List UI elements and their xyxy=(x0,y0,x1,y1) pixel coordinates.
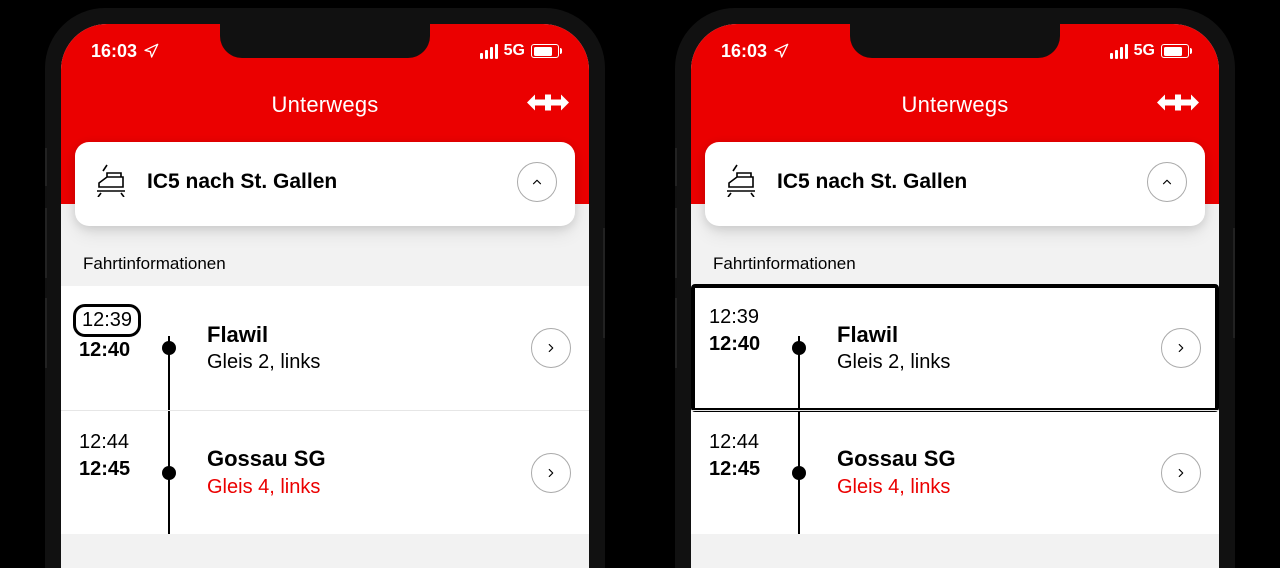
chevron-right-icon xyxy=(1174,341,1188,355)
section-label: Fahrtinformationen xyxy=(61,226,589,286)
signal-icon xyxy=(1110,44,1128,59)
stop-marker-icon xyxy=(162,466,176,480)
stop-detail-button[interactable] xyxy=(531,453,571,493)
battery-icon xyxy=(531,44,559,58)
arrival-time: 12:39 xyxy=(82,309,132,331)
stop-name: Flawil xyxy=(837,320,1161,350)
phone-mockup-right: 16:03 5G Unterwegs IC5 nach St. Gallen xyxy=(675,8,1235,568)
stop-platform: Gleis 4, links xyxy=(837,474,1161,501)
departure-time: 12:45 xyxy=(79,456,149,483)
network-label: 5G xyxy=(504,42,525,60)
nav-header: Unterwegs xyxy=(61,78,589,132)
stop-detail-button[interactable] xyxy=(1161,453,1201,493)
sbb-logo-icon xyxy=(527,93,569,118)
departure-time: 12:40 xyxy=(709,331,779,358)
stop-name: Gossau SG xyxy=(207,444,531,474)
signal-icon xyxy=(480,44,498,59)
status-clock: 16:03 xyxy=(721,41,767,62)
chevron-up-icon xyxy=(530,175,544,189)
chevron-up-icon xyxy=(1160,175,1174,189)
journey-title: IC5 nach St. Gallen xyxy=(777,170,1129,194)
stop-row-flawil[interactable]: 12:39 12:40 Flawil Gleis 2, links xyxy=(61,286,589,410)
stop-row-gossau[interactable]: 12:44 12:45 Gossau SG Gleis 4, links xyxy=(61,410,589,534)
chevron-right-icon xyxy=(1174,466,1188,480)
stop-platform: Gleis 2, links xyxy=(207,349,531,376)
focus-highlight-time: 12:39 xyxy=(73,304,141,337)
chevron-right-icon xyxy=(544,466,558,480)
status-clock: 16:03 xyxy=(91,41,137,62)
train-icon xyxy=(723,163,759,202)
journey-card[interactable]: IC5 nach St. Gallen xyxy=(75,142,575,226)
network-label: 5G xyxy=(1134,42,1155,60)
stop-name: Gossau SG xyxy=(837,444,1161,474)
stop-row-flawil[interactable]: 12:39 12:40 Flawil Gleis 2, links xyxy=(691,286,1219,410)
collapse-button[interactable] xyxy=(517,162,557,202)
phone-mockup-left: 16:03 5G Unterwegs IC5 nach St. Gallen xyxy=(45,8,605,568)
battery-icon xyxy=(1161,44,1189,58)
sbb-logo-icon xyxy=(1157,93,1199,118)
arrival-time: 12:44 xyxy=(79,429,149,456)
stop-marker-icon xyxy=(792,341,806,355)
stop-list: 12:39 12:40 Flawil Gleis 2, links 12:44 xyxy=(691,286,1219,534)
section-label: Fahrtinformationen xyxy=(691,226,1219,286)
stop-detail-button[interactable] xyxy=(531,328,571,368)
arrival-time: 12:44 xyxy=(709,429,779,456)
stop-row-gossau[interactable]: 12:44 12:45 Gossau SG Gleis 4, links xyxy=(691,410,1219,534)
arrival-time: 12:39 xyxy=(709,304,779,331)
stop-platform: Gleis 2, links xyxy=(837,349,1161,376)
stop-name: Flawil xyxy=(207,320,531,350)
train-icon xyxy=(93,163,129,202)
stop-list: 12:39 12:40 Flawil Gleis 2, links 12:44 xyxy=(61,286,589,534)
location-icon xyxy=(143,43,159,59)
location-icon xyxy=(773,43,789,59)
chevron-right-icon xyxy=(544,341,558,355)
departure-time: 12:45 xyxy=(709,456,779,483)
notch xyxy=(850,24,1060,58)
stop-marker-icon xyxy=(162,341,176,355)
nav-header: Unterwegs xyxy=(691,78,1219,132)
journey-card[interactable]: IC5 nach St. Gallen xyxy=(705,142,1205,226)
stop-detail-button[interactable] xyxy=(1161,328,1201,368)
journey-title: IC5 nach St. Gallen xyxy=(147,170,499,194)
stop-marker-icon xyxy=(792,466,806,480)
stop-platform: Gleis 4, links xyxy=(207,474,531,501)
page-title: Unterwegs xyxy=(902,92,1009,118)
departure-time: 12:40 xyxy=(79,337,149,364)
collapse-button[interactable] xyxy=(1147,162,1187,202)
page-title: Unterwegs xyxy=(272,92,379,118)
notch xyxy=(220,24,430,58)
